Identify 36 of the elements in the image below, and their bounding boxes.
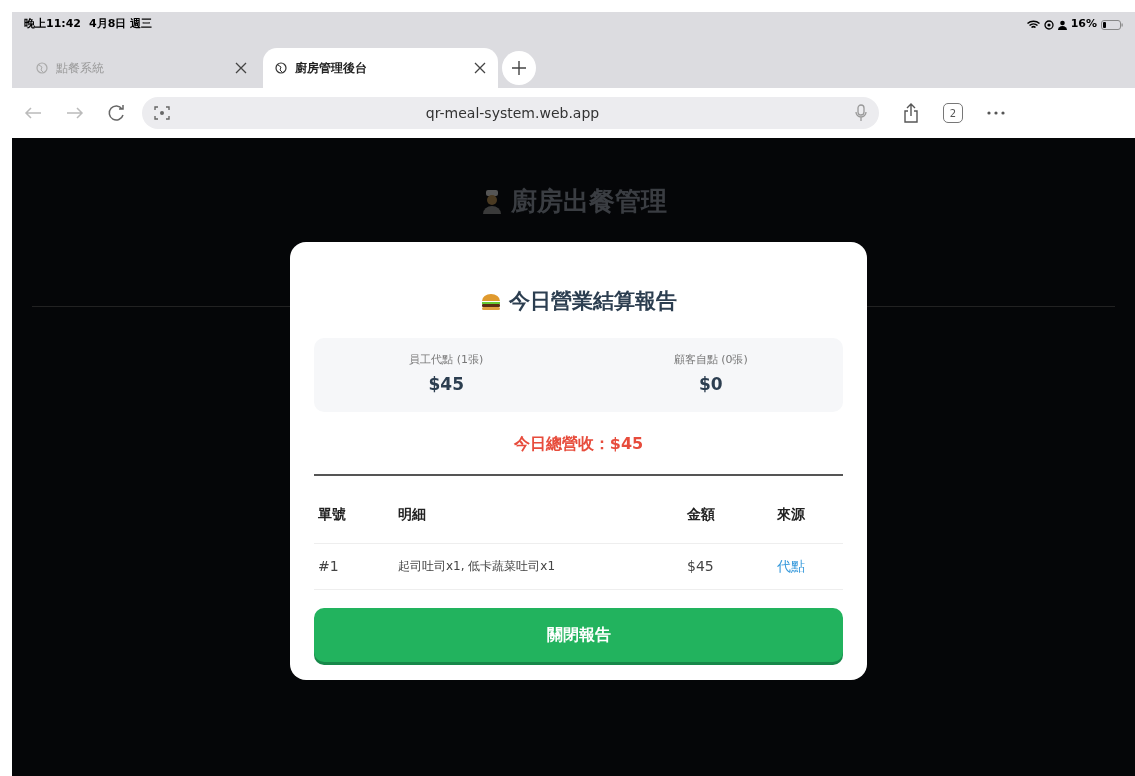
table-cell: 代點	[773, 543, 843, 589]
battery-percent: 16%	[1070, 16, 1097, 33]
column-header: 金額	[683, 485, 773, 543]
wifi-icon	[1026, 19, 1040, 30]
tab-count-button[interactable]: 2	[943, 103, 963, 123]
table-cell: 起司吐司x1, 低卡蔬菜吐司x1	[394, 543, 683, 589]
battery-icon	[1101, 19, 1123, 30]
address-field[interactable]: qr-meal-system.web.app	[142, 97, 879, 129]
chef-icon	[480, 189, 503, 214]
table-cell: #1	[314, 543, 394, 589]
report-title: 今日營業結算報告	[508, 288, 677, 315]
burger-icon	[480, 292, 501, 311]
close-icon[interactable]	[235, 62, 247, 74]
camera-scan-icon[interactable]	[154, 105, 170, 121]
summary-amount: $45	[428, 373, 464, 396]
close-icon[interactable]	[474, 62, 486, 74]
more-icon[interactable]	[987, 111, 1005, 115]
status-date: 4月8日 週三	[89, 16, 153, 33]
column-header: 單號	[314, 485, 394, 543]
page-title: 廚房出餐管理	[510, 185, 667, 218]
status-time: 晚上11:42	[24, 16, 81, 33]
summary-amount: $0	[698, 373, 723, 396]
browser-tab[interactable]: 廚房管理後台	[263, 48, 498, 88]
share-icon[interactable]	[903, 103, 919, 123]
globe-icon	[36, 62, 48, 74]
plus-icon	[512, 61, 526, 75]
reload-icon[interactable]	[108, 104, 126, 122]
new-tab-button[interactable]	[502, 51, 536, 85]
column-header: 明細	[394, 485, 683, 543]
table-cell: $45	[683, 543, 773, 589]
total-revenue: 今日總營收：$45	[512, 432, 645, 455]
column-header: 來源	[773, 485, 843, 543]
person-icon	[1057, 19, 1067, 30]
summary-label: 員工代點 (1張)	[409, 351, 484, 368]
globe-icon	[275, 62, 287, 74]
summary-label: 顧客自點 (0張)	[673, 351, 748, 368]
